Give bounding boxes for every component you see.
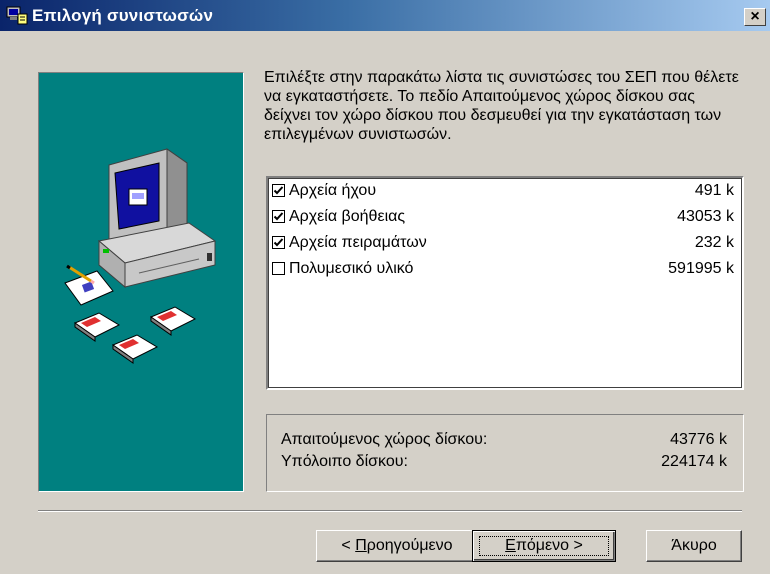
cancel-button[interactable]: Άκυρο: [646, 530, 742, 562]
document-icon: [64, 264, 114, 306]
cancel-button-label: Άκυρο: [671, 537, 717, 554]
setup-app-icon: [6, 5, 28, 25]
checkmark-icon: [273, 186, 284, 195]
component-checkbox[interactable]: [272, 210, 285, 223]
next-button[interactable]: Επόμενο >: [472, 530, 616, 562]
remaining-space-value: 224174 k: [661, 453, 727, 470]
disk-space-panel: Απαιτούμενος χώρος δίσκου: 43776 k Υπόλο…: [266, 414, 744, 492]
component-name: Πολυμεσικό υλικό: [289, 260, 414, 277]
list-item[interactable]: Αρχεία ήχου 491 k: [268, 178, 742, 204]
next-button-suffix: >: [569, 537, 583, 554]
component-name: Αρχεία βοήθειας: [289, 208, 406, 225]
list-item[interactable]: Πολυμεσικό υλικό 591995 k: [268, 256, 742, 282]
checkmark-icon: [273, 238, 284, 247]
required-space-label: Απαιτούμενος χώρος δίσκου:: [281, 431, 488, 448]
component-size: 491 k: [694, 182, 734, 199]
computer-icon: [97, 148, 217, 289]
remaining-space-label: Υπόλοιπο δίσκου:: [281, 453, 408, 470]
close-button[interactable]: ×: [744, 8, 766, 26]
window-title: Επιλογή συνιστωσών: [32, 6, 214, 25]
remaining-space-row: Υπόλοιπο δίσκου: 224174 k: [281, 453, 727, 473]
close-icon: ×: [750, 8, 760, 25]
component-size: 591995 k: [668, 260, 734, 277]
back-button[interactable]: < Προηγούμενο: [316, 530, 478, 562]
component-name: Αρχεία ήχου: [289, 182, 377, 199]
next-button-label: πόμενο: [515, 537, 570, 554]
next-button-mnemonic: Ε: [505, 537, 516, 554]
back-button-prefix: <: [341, 537, 356, 554]
back-button-mnemonic: Π: [355, 537, 367, 554]
required-space-value: 43776 k: [670, 431, 727, 448]
title-bar[interactable]: Επιλογή συνιστωσών ×: [0, 0, 770, 31]
component-list[interactable]: Αρχεία ήχου 491 k Αρχεία βοήθειας 43053 …: [266, 176, 744, 390]
component-size: 232 k: [694, 234, 734, 251]
component-checkbox[interactable]: [272, 184, 285, 197]
floppy-disk-icon: [73, 306, 197, 364]
component-checkbox[interactable]: [272, 262, 285, 275]
component-name: Αρχεία πειραμάτων: [289, 234, 427, 251]
required-space-row: Απαιτούμενος χώρος δίσκου: 43776 k: [281, 431, 727, 451]
checkmark-icon: [273, 212, 284, 221]
list-item[interactable]: Αρχεία βοήθειας 43053 k: [268, 204, 742, 230]
list-item[interactable]: Αρχεία πειραμάτων 232 k: [268, 230, 742, 256]
component-checkbox[interactable]: [272, 236, 285, 249]
divider: [38, 510, 742, 512]
wizard-illustration: [38, 72, 244, 492]
back-button-label: ροηγούμενο: [366, 537, 453, 554]
instructions-text: Επιλέξτε στην παρακάτω λίστα τις συνιστώ…: [264, 69, 739, 143]
component-size: 43053 k: [677, 208, 734, 225]
